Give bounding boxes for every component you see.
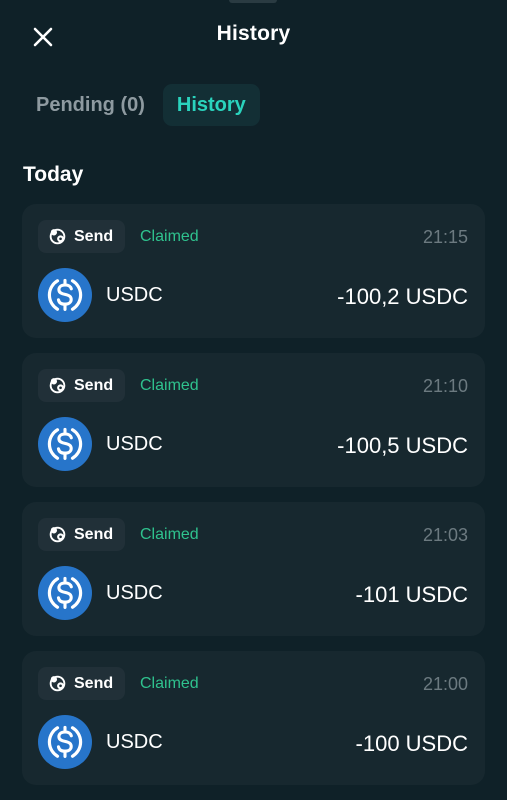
status-badge: Claimed [140, 675, 199, 692]
transaction-card[interactable]: Send Claimed 21:03 USDC -101 USDC [22, 502, 485, 636]
transaction-list: Send Claimed 21:15 USDC -100,2 USDC Send… [22, 204, 485, 800]
asset-name: USDC [106, 433, 163, 455]
type-chip: Send [38, 518, 126, 551]
transaction-card[interactable]: Send Claimed 21:10 USDC -100,5 USDC [22, 353, 485, 487]
type-label: Send [74, 376, 114, 394]
gift-send-icon [49, 526, 66, 543]
asset-name: USDC [106, 284, 163, 306]
tab-history[interactable]: History [162, 84, 260, 126]
usdc-icon [38, 417, 92, 471]
tab-bar: Pending (0) History [22, 84, 260, 126]
usdc-icon [38, 715, 92, 769]
usdc-icon [38, 268, 92, 322]
asset-name: USDC [106, 731, 163, 753]
amount: -100,2 USDC [337, 284, 468, 309]
type-label: Send [74, 525, 114, 543]
history-screen: History Pending (0) History Today Send C… [0, 0, 507, 800]
tab-pending[interactable]: Pending (0) [22, 84, 159, 126]
type-chip: Send [38, 369, 126, 402]
timestamp: 21:15 [422, 227, 468, 247]
timestamp: 21:00 [422, 674, 468, 694]
amount: -101 USDC [355, 582, 468, 607]
asset-name: USDC [106, 582, 163, 604]
gift-send-icon [49, 675, 66, 692]
status-badge: Claimed [140, 228, 199, 245]
type-chip: Send [38, 667, 126, 700]
usdc-icon [38, 566, 92, 620]
gift-send-icon [49, 228, 66, 245]
type-label: Send [74, 674, 114, 692]
timestamp: 21:10 [422, 376, 468, 396]
status-badge: Claimed [140, 526, 199, 543]
transaction-card[interactable]: Send Claimed 21:00 USDC -100 USDC [22, 651, 485, 785]
gift-send-icon [49, 377, 66, 394]
transaction-card[interactable]: Send Claimed 21:15 USDC -100,2 USDC [22, 204, 485, 338]
amount: -100 USDC [355, 731, 468, 756]
type-chip: Send [38, 220, 126, 253]
page-title: History [216, 22, 291, 45]
section-title-today: Today [23, 163, 84, 186]
header: History [0, 0, 507, 72]
status-badge: Claimed [140, 377, 199, 394]
type-label: Send [74, 227, 114, 245]
amount: -100,5 USDC [337, 433, 468, 458]
timestamp: 21:03 [422, 525, 468, 545]
